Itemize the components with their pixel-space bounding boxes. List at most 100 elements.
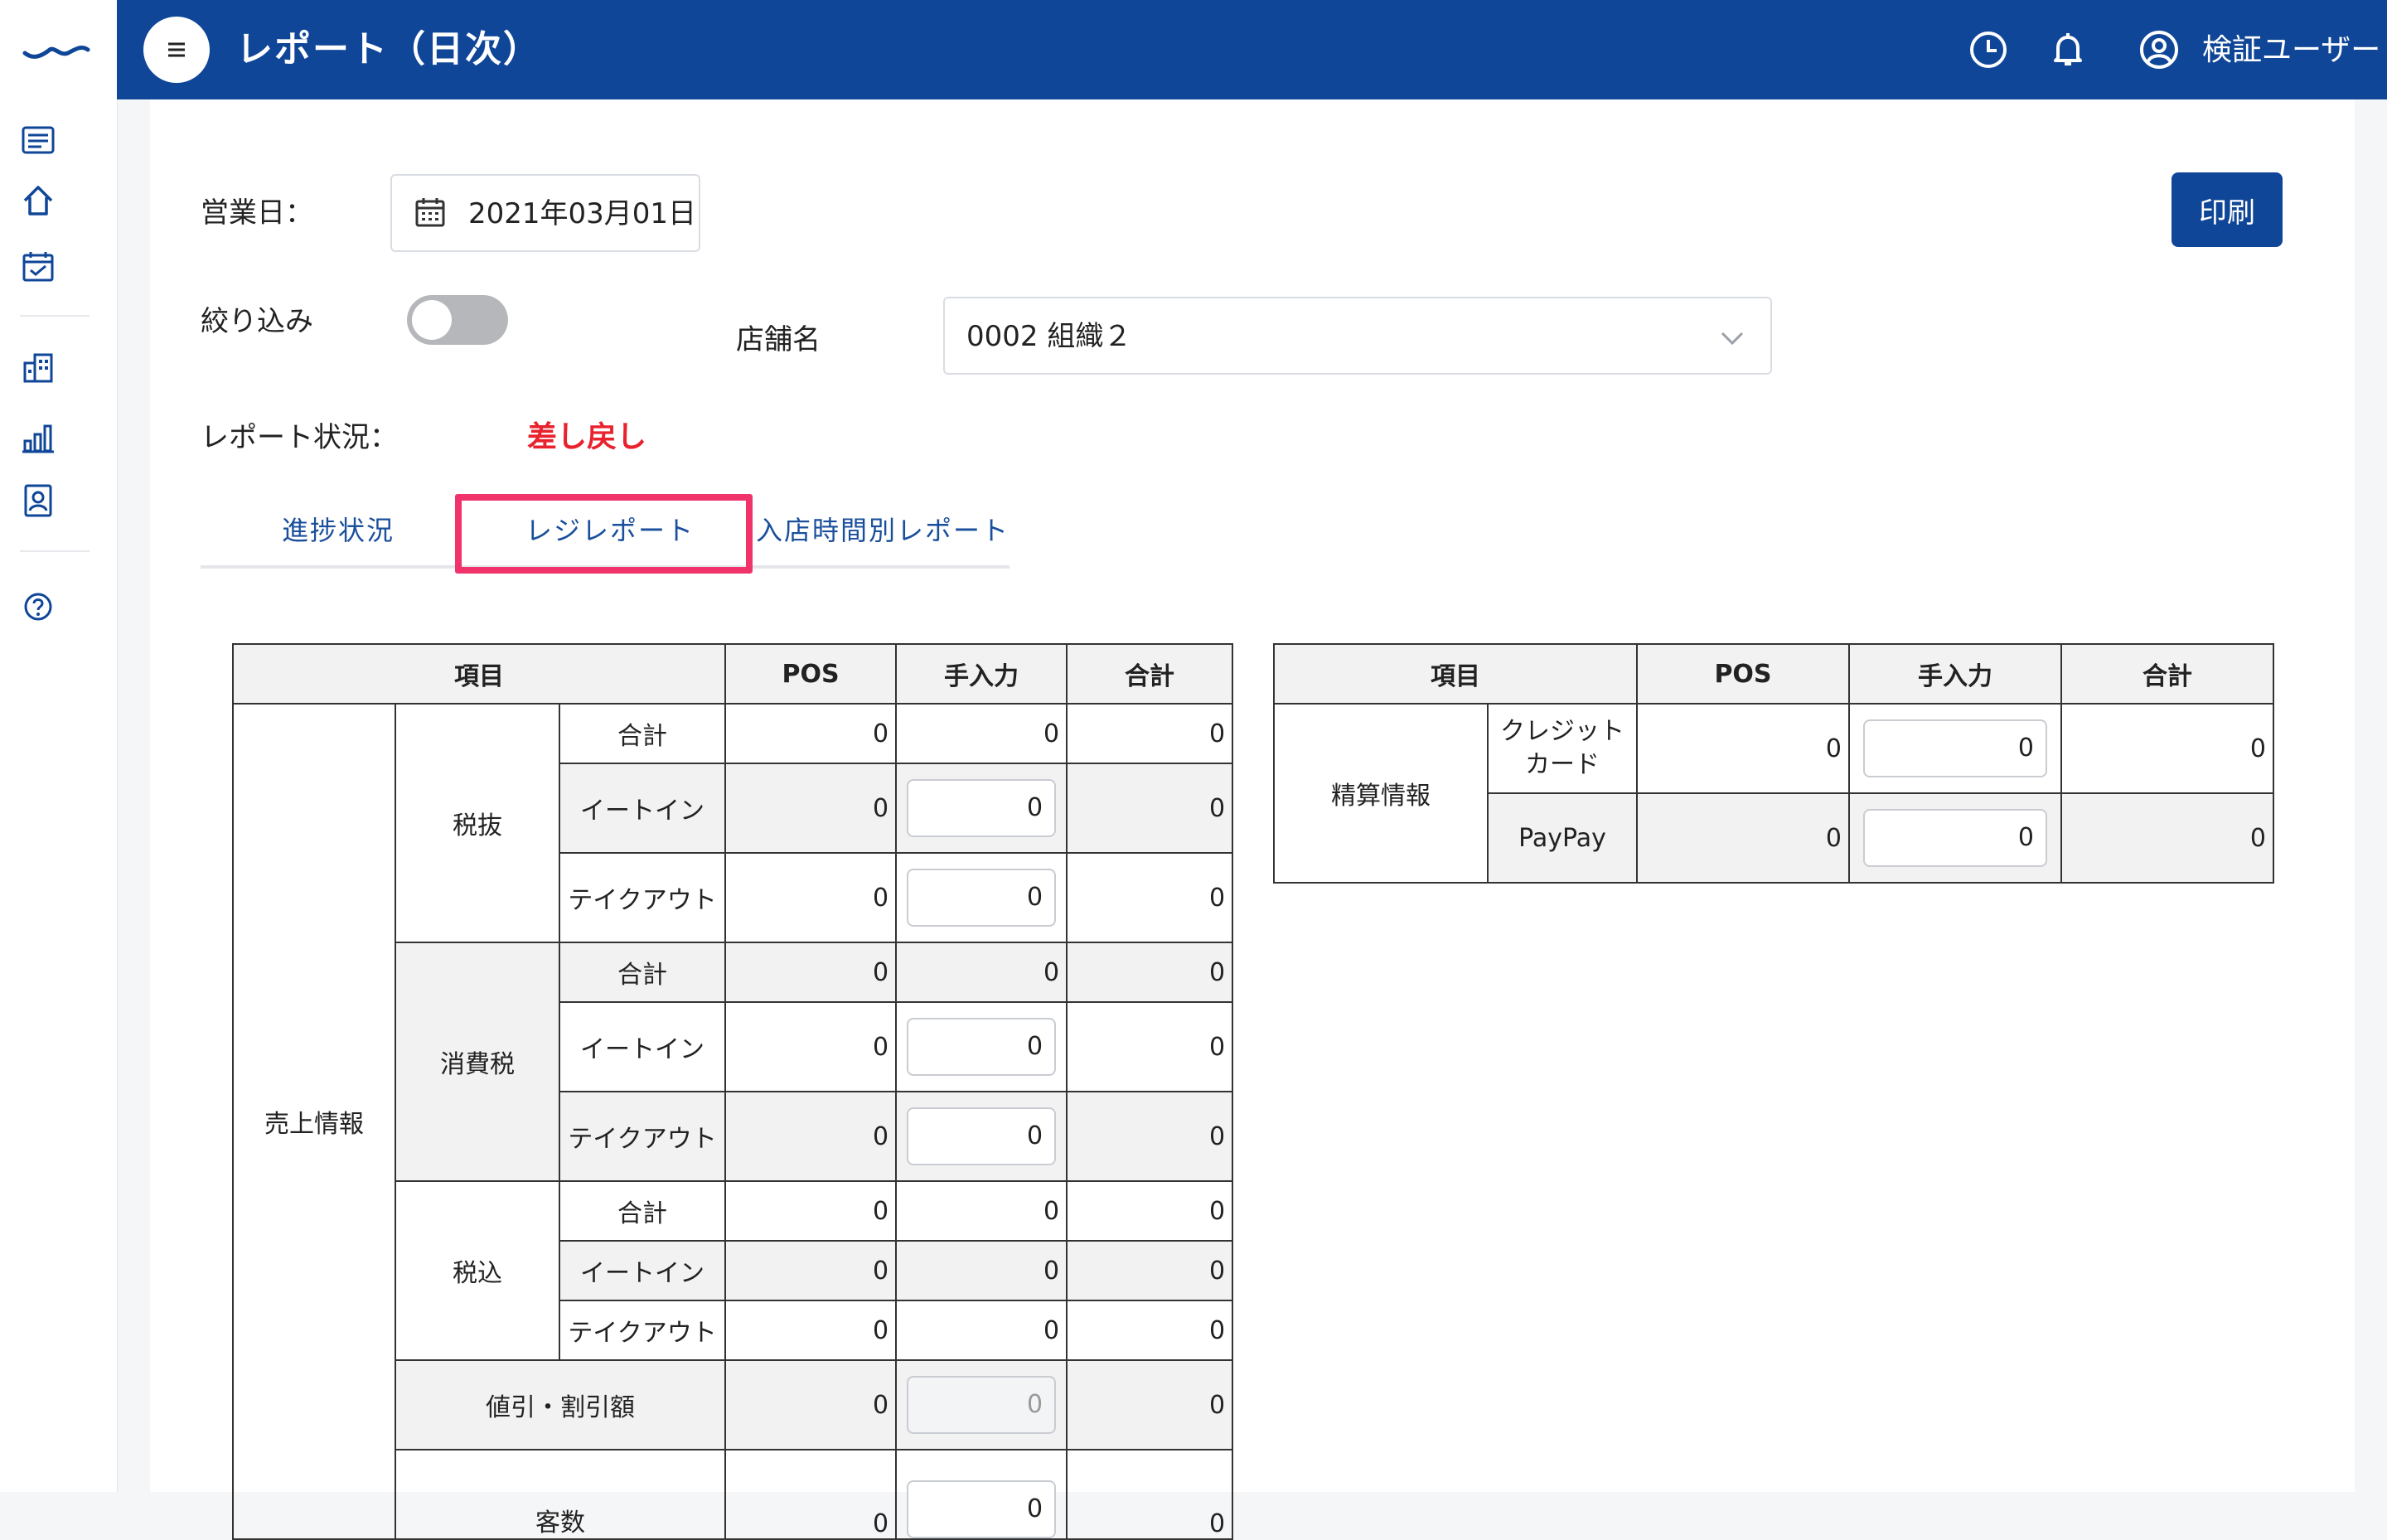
- chevron-down-icon: [1721, 332, 1744, 346]
- group-settlement-info: 精算情報: [1273, 703, 1489, 884]
- row-label-takeout: テイクアウト: [558, 1300, 727, 1361]
- credit-label-line2: カード: [1525, 750, 1600, 779]
- pos-value: 0: [724, 1001, 898, 1092]
- manual-input[interactable]: 0: [907, 1107, 1057, 1165]
- calendar-check-icon[interactable]: [18, 247, 58, 287]
- tab-highlight-box: [455, 494, 753, 574]
- col-header-pos: POS: [724, 643, 898, 705]
- business-date-label: 営業日：: [201, 196, 313, 230]
- total-value: 0: [1066, 1449, 1234, 1540]
- row-label-eatin: イートイン: [558, 1001, 727, 1092]
- pos-value: 0: [724, 852, 898, 943]
- pos-value: 0: [724, 1449, 898, 1540]
- history-clock-icon[interactable]: [1965, 27, 2012, 73]
- manual-value: 0: [895, 942, 1068, 1003]
- row-label-total: 合計: [558, 942, 727, 1003]
- row-label-paypay: PayPay: [1487, 792, 1638, 884]
- manual-input[interactable]: 0: [907, 1480, 1057, 1538]
- total-value: 0: [1066, 763, 1234, 854]
- manual-input-cell: 0: [895, 763, 1068, 854]
- tab-progress[interactable]: 進捗状況: [282, 509, 395, 552]
- sub-consumption-tax: 消費税: [395, 942, 560, 1182]
- col-header-pos: POS: [1636, 643, 1850, 705]
- pos-value: 0: [724, 763, 898, 854]
- tab-entry-time-report[interactable]: 入店時間別レポート: [756, 509, 1010, 552]
- row-label-credit-card: クレジット カード: [1487, 703, 1638, 794]
- report-status-value: 差し戻し: [527, 420, 647, 454]
- col-header-manual: 手入力: [1848, 643, 2062, 705]
- manual-value: 0: [895, 1180, 1068, 1242]
- business-date-value: 2021年03月01日: [468, 197, 697, 230]
- pos-value: 0: [724, 1180, 898, 1242]
- total-value: 0: [2060, 703, 2274, 794]
- manual-value: 0: [895, 1300, 1068, 1361]
- manual-input[interactable]: 0: [1863, 809, 2047, 867]
- total-value: 0: [1066, 1001, 1234, 1092]
- col-header-total: 合計: [1066, 643, 1234, 705]
- manual-input[interactable]: 0: [907, 779, 1057, 837]
- total-value: 0: [1066, 942, 1234, 1003]
- report-status-label: レポート状況：: [201, 421, 398, 454]
- calendar-icon: [415, 198, 445, 227]
- menu-button[interactable]: [143, 17, 210, 83]
- narrow-down-toggle[interactable]: [407, 295, 508, 345]
- pos-value: 0: [724, 1240, 898, 1301]
- pos-value: 0: [724, 703, 898, 764]
- print-button[interactable]: 印刷: [2172, 172, 2283, 247]
- manual-input-cell: 0: [1848, 792, 2062, 884]
- row-label-total: 合計: [558, 1180, 727, 1242]
- store-select-value: 0002 組織２: [966, 320, 1132, 353]
- manual-input-cell: 0: [1848, 703, 2062, 794]
- user-name[interactable]: 検証ユーザー: [2202, 30, 2380, 71]
- pos-value: 0: [724, 1300, 898, 1361]
- group-sales-info: 売上情報: [232, 703, 396, 1540]
- total-value: 0: [1066, 1240, 1234, 1301]
- sidebar-divider: [20, 315, 90, 317]
- home-icon[interactable]: [18, 181, 58, 220]
- sub-tax-included: 税込: [395, 1180, 560, 1361]
- manual-value: 0: [895, 1240, 1068, 1301]
- user-account-icon[interactable]: [2136, 27, 2182, 73]
- manual-input[interactable]: 0: [907, 1018, 1057, 1076]
- row-label-eatin: イートイン: [558, 763, 727, 854]
- sidebar-divider: [20, 550, 90, 552]
- narrow-down-label: 絞り込み: [201, 305, 313, 338]
- col-header-item: 項目: [1273, 643, 1638, 705]
- bar-chart-icon[interactable]: [18, 418, 58, 458]
- total-value: 0: [1066, 1091, 1234, 1182]
- pos-value: 0: [724, 1359, 898, 1450]
- toggle-knob: [412, 300, 452, 340]
- building-icon[interactable]: [18, 348, 58, 388]
- store-name-label: 店舗名: [736, 323, 821, 356]
- manual-input-cell: 0: [895, 1091, 1068, 1182]
- notification-bell-icon[interactable]: [2045, 27, 2091, 73]
- manual-input-disabled: 0: [907, 1376, 1057, 1434]
- manual-value: 0: [895, 703, 1068, 764]
- id-card-icon[interactable]: [18, 481, 58, 521]
- store-select[interactable]: 0002 組織２: [943, 297, 1772, 375]
- manual-input[interactable]: 0: [1863, 719, 2047, 777]
- business-date-picker[interactable]: 2021年03月01日: [390, 174, 700, 252]
- total-value: 0: [1066, 1180, 1234, 1242]
- manual-input-cell: 0: [895, 852, 1068, 943]
- row-label-discount: 値引・割引額: [394, 1359, 727, 1450]
- manual-input[interactable]: 0: [907, 869, 1057, 927]
- pos-value: 0: [1636, 792, 1850, 884]
- col-header-total: 合計: [2060, 643, 2274, 705]
- total-value: 0: [1066, 852, 1234, 943]
- row-label-total: 合計: [558, 703, 727, 764]
- manual-input-cell: 0: [895, 1001, 1068, 1092]
- manual-input-cell: 0: [895, 1359, 1068, 1450]
- pos-value: 0: [724, 942, 898, 1003]
- row-label-customer-count: 客数: [394, 1449, 727, 1540]
- row-label-takeout: テイクアウト: [558, 1091, 727, 1182]
- row-label-takeout: テイクアウト: [558, 852, 727, 943]
- credit-label-line1: クレジット: [1500, 717, 1624, 746]
- sub-tax-excluded: 税抜: [395, 703, 560, 943]
- pos-value: 0: [1636, 703, 1850, 794]
- brand-logo: [22, 46, 90, 59]
- help-icon[interactable]: [18, 587, 58, 627]
- sidebar: [0, 0, 118, 1492]
- row-label-eatin: イートイン: [558, 1240, 727, 1301]
- list-icon[interactable]: [18, 121, 58, 161]
